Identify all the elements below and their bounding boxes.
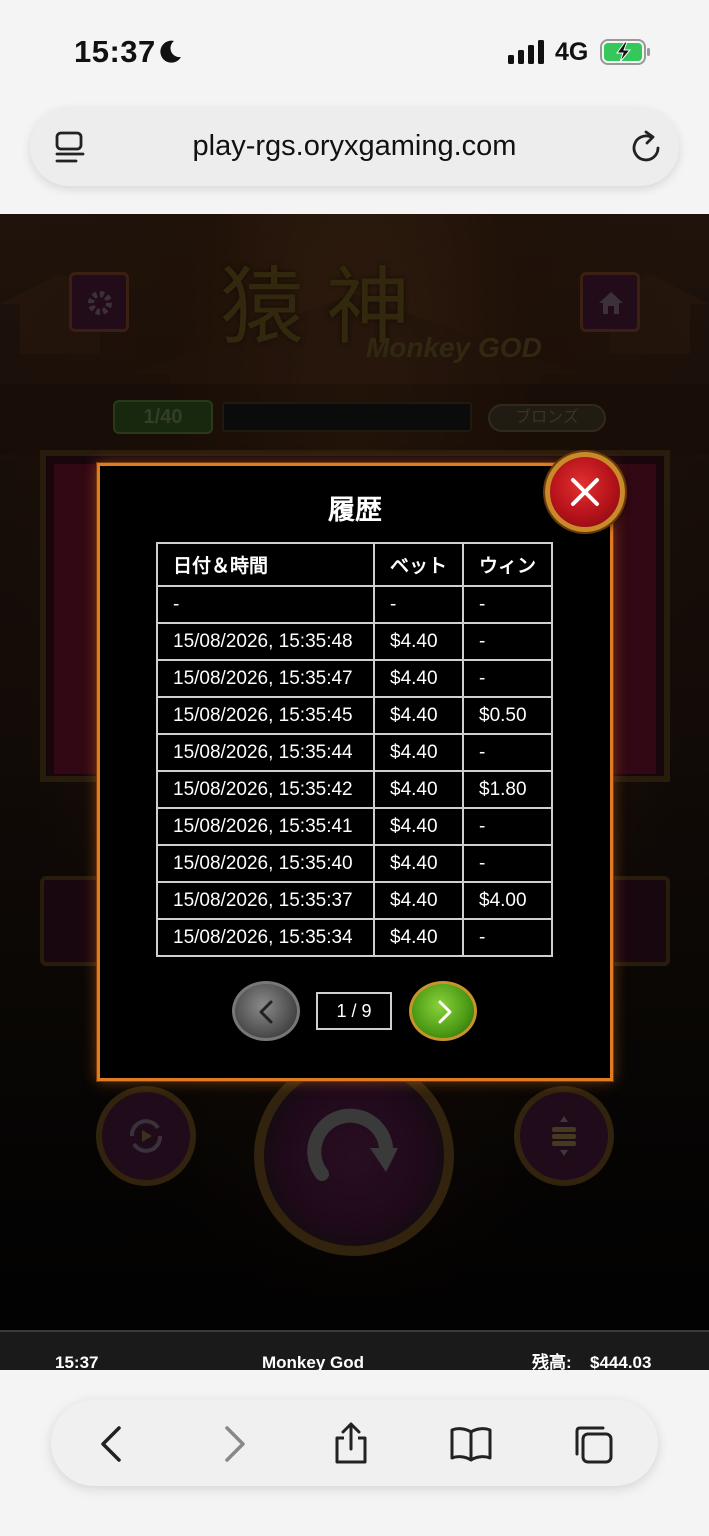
close-button[interactable] xyxy=(545,452,625,532)
browser-toolbar xyxy=(51,1400,658,1486)
column-header-date: 日付＆時間 xyxy=(156,542,375,587)
cell-win: - xyxy=(462,844,553,883)
cell-win: - xyxy=(462,733,553,772)
cell-date: 15/08/2026, 15:35:37 xyxy=(156,881,375,920)
history-table: 日付＆時間 ベット ウィン - - - 15/08/2026, 15:35:48… xyxy=(156,542,553,957)
cell-bet: $4.40 xyxy=(373,770,464,809)
battery-charging-icon xyxy=(600,39,650,65)
signal-icon xyxy=(508,40,544,64)
back-icon[interactable] xyxy=(91,1422,135,1466)
network-label: 4G xyxy=(555,38,589,66)
cell-bet: $4.40 xyxy=(373,733,464,772)
column-header-win: ウィン xyxy=(462,542,553,587)
browser-toolbar-area xyxy=(0,1370,709,1536)
reload-icon[interactable] xyxy=(629,128,665,166)
moon-icon xyxy=(160,40,181,63)
cell-date: 15/08/2026, 15:35:44 xyxy=(156,733,375,772)
url-text[interactable]: play-rgs.oryxgaming.com xyxy=(30,130,679,163)
next-page-button[interactable] xyxy=(409,981,477,1041)
status-bar: 15:37 4G xyxy=(0,0,709,100)
cell-win: - xyxy=(462,659,553,698)
table-row: 15/08/2026, 15:35:45 $4.40 $0.50 xyxy=(156,696,553,735)
modal-title: 履歴 xyxy=(328,495,382,525)
cell-date: 15/08/2026, 15:35:47 xyxy=(156,659,375,698)
cell-win: - xyxy=(462,622,553,661)
close-icon xyxy=(571,478,599,506)
table-row: 15/08/2026, 15:35:37 $4.40 $4.00 xyxy=(156,881,553,920)
chevron-right-icon xyxy=(438,1000,452,1024)
cell-win: - xyxy=(462,807,553,846)
cell-win: - xyxy=(462,585,553,624)
cell-date: 15/08/2026, 15:35:45 xyxy=(156,696,375,735)
cell-date: 15/08/2026, 15:35:34 xyxy=(156,918,375,957)
previous-page-button[interactable] xyxy=(232,981,300,1041)
table-row: 15/08/2026, 15:35:41 $4.40 - xyxy=(156,807,553,846)
cell-date: 15/08/2026, 15:35:41 xyxy=(156,807,375,846)
table-row: - - - xyxy=(156,585,553,624)
table-row: 15/08/2026, 15:35:34 $4.40 - xyxy=(156,918,553,957)
cell-win: $4.00 xyxy=(462,881,553,920)
table-header-row: 日付＆時間 ベット ウィン xyxy=(156,542,553,587)
table-row: 15/08/2026, 15:35:47 $4.40 - xyxy=(156,659,553,698)
share-icon[interactable] xyxy=(329,1422,373,1466)
tabs-icon[interactable] xyxy=(571,1422,615,1466)
bookmarks-icon[interactable] xyxy=(449,1422,493,1466)
cell-bet: $4.40 xyxy=(373,844,464,883)
game-footer-bar: 15:37 Monkey God 残高: $444.03 xyxy=(0,1330,709,1372)
cell-bet: $4.40 xyxy=(373,659,464,698)
chevron-left-icon xyxy=(259,1000,273,1024)
cell-bet: $4.40 xyxy=(373,807,464,846)
cell-bet: $4.40 xyxy=(373,622,464,661)
table-row: 15/08/2026, 15:35:48 $4.40 - xyxy=(156,622,553,661)
address-bar[interactable]: play-rgs.oryxgaming.com xyxy=(30,108,679,186)
cell-bet: $4.40 xyxy=(373,696,464,735)
cell-date: 15/08/2026, 15:35:42 xyxy=(156,770,375,809)
table-row: 15/08/2026, 15:35:40 $4.40 - xyxy=(156,844,553,883)
forward-icon[interactable] xyxy=(211,1422,255,1466)
cell-date: 15/08/2026, 15:35:40 xyxy=(156,844,375,883)
cell-bet: $4.40 xyxy=(373,918,464,957)
page-indicator: 1 / 9 xyxy=(316,992,392,1030)
column-header-bet: ベット xyxy=(373,542,464,587)
cell-date: - xyxy=(156,585,375,624)
cell-date: 15/08/2026, 15:35:48 xyxy=(156,622,375,661)
table-row: 15/08/2026, 15:35:42 $4.40 $1.80 xyxy=(156,770,553,809)
status-time: 15:37 xyxy=(74,34,156,69)
cell-win: $1.80 xyxy=(462,770,553,809)
cell-win: - xyxy=(462,918,553,957)
cell-bet: - xyxy=(373,585,464,624)
cell-bet: $4.40 xyxy=(373,881,464,920)
table-row: 15/08/2026, 15:35:44 $4.40 - xyxy=(156,733,553,772)
cell-win: $0.50 xyxy=(462,696,553,735)
